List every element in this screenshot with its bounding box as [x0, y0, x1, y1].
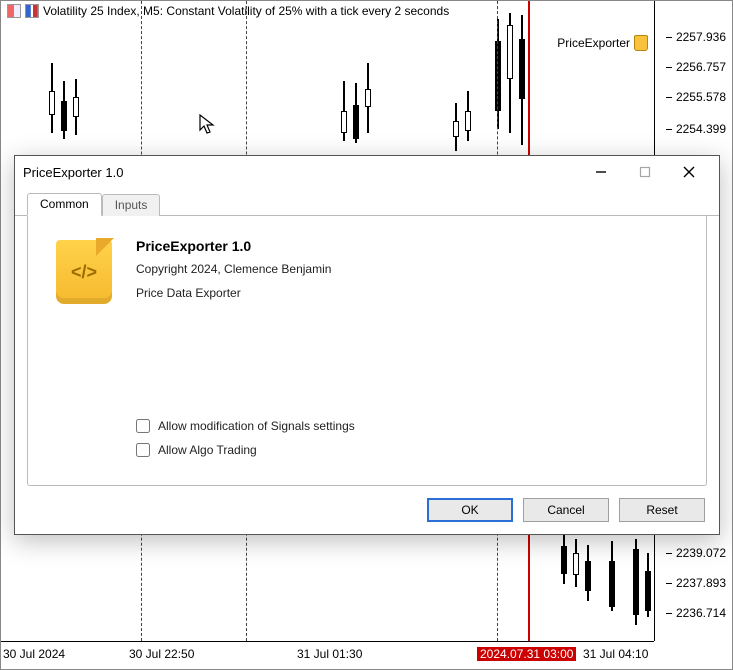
minimize-button[interactable] — [579, 157, 623, 187]
maximize-icon — [639, 166, 651, 178]
tab-page-common: </> PriceExporter 1.0 Copyright 2024, Cl… — [27, 216, 707, 486]
ok-button[interactable]: OK — [427, 498, 513, 522]
time-tick-selected: 2024.07.31 03:00 — [477, 647, 576, 661]
dialog-copyright: Copyright 2024, Clemence Benjamin — [136, 262, 686, 276]
dialog-description: Price Data Exporter — [136, 286, 686, 300]
tabstrip: Common Inputs — [15, 188, 719, 216]
price-tick: 2256.757 — [676, 60, 726, 74]
check-allow-algo-label: Allow Algo Trading — [158, 443, 257, 457]
tab-common[interactable]: Common — [27, 193, 102, 216]
price-exporter-dialog: PriceExporter 1.0 Common Inputs </> Pric… — [14, 155, 720, 535]
chart-icon-b — [25, 4, 39, 18]
dialog-heading: PriceExporter 1.0 — [136, 238, 686, 254]
close-icon — [683, 166, 695, 178]
tab-inputs[interactable]: Inputs — [102, 194, 161, 216]
ea-tag[interactable]: PriceExporter — [557, 35, 648, 51]
ea-tag-label: PriceExporter — [557, 36, 630, 50]
reset-button[interactable]: Reset — [619, 498, 705, 522]
time-axis: 30 Jul 2024 30 Jul 22:50 31 Jul 01:30 2024.… — [1, 641, 654, 669]
dialog-titlebar[interactable]: PriceExporter 1.0 — [15, 156, 719, 188]
price-tick: 2237.893 — [676, 576, 726, 590]
maximize-button — [623, 157, 667, 187]
time-tick: 30 Jul 2024 — [3, 647, 65, 661]
close-button[interactable] — [667, 157, 711, 187]
check-allow-signals-box[interactable] — [136, 419, 150, 433]
dialog-button-row: OK Cancel Reset — [427, 498, 705, 522]
dialog-title: PriceExporter 1.0 — [23, 165, 579, 180]
time-tick: 31 Jul 01:30 — [297, 647, 362, 661]
minimize-icon — [595, 166, 607, 178]
time-tick: 30 Jul 22:50 — [129, 647, 194, 661]
check-allow-algo[interactable]: Allow Algo Trading — [136, 443, 355, 457]
price-tick: 2257.936 — [676, 30, 726, 44]
price-tick: 2236.714 — [676, 606, 726, 620]
price-tick: 2255.578 — [676, 90, 726, 104]
cancel-button[interactable]: Cancel — [523, 498, 609, 522]
price-tick: 2254.399 — [676, 122, 726, 136]
chart-icon-a — [7, 4, 21, 18]
time-tick: 31 Jul 04:10 — [583, 647, 648, 661]
script-icon: </> — [56, 240, 112, 304]
script-icon — [634, 35, 648, 51]
check-allow-signals-label: Allow modification of Signals settings — [158, 419, 355, 433]
chart-title-bar: Volatility 25 Index, M5: Constant Volati… — [7, 4, 449, 18]
check-allow-signals[interactable]: Allow modification of Signals settings — [136, 419, 355, 433]
price-tick: 2239.072 — [676, 546, 726, 560]
check-allow-algo-box[interactable] — [136, 443, 150, 457]
